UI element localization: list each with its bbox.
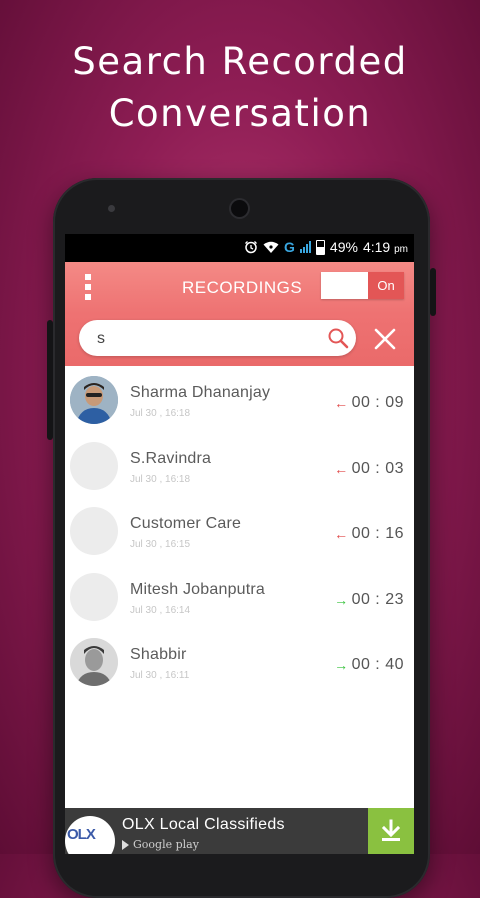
recording-date: Jul 30 , 16:15 [130, 539, 191, 550]
ad-title: OLX Local Classifieds [122, 816, 285, 833]
list-item[interactable]: Mitesh Jobanputra Jul 30 , 16:14 → 00 : … [65, 564, 414, 630]
incoming-arrow-icon: ← [334, 395, 349, 411]
contact-name: Shabbir [130, 646, 187, 663]
clock-time: 4:19 [362, 239, 391, 255]
contact-name: Sharma Dhananjay [130, 384, 271, 401]
toggle-on-label: On [368, 272, 404, 299]
outgoing-arrow-icon: → [334, 591, 349, 608]
download-button[interactable] [368, 808, 414, 854]
ad-banner[interactable]: OLX OLX Local Classifieds Google play [65, 808, 414, 854]
alarm-icon [245, 241, 257, 254]
clock-ampm: pm [394, 244, 408, 255]
recording-duration: ← 00 : 16 [334, 525, 404, 543]
avatar [70, 507, 118, 555]
download-icon [381, 819, 401, 841]
recording-date: Jul 30 , 16:11 [130, 670, 190, 681]
duration-value: 00 : 09 [351, 394, 404, 411]
recording-duration: ← 00 : 03 [334, 460, 404, 478]
phone-power-button [430, 268, 436, 316]
list-item[interactable]: S.Ravindra Jul 30 , 16:18 ← 00 : 03 [65, 433, 414, 499]
recording-duration: ← 00 : 09 [334, 394, 404, 412]
wifi-icon [263, 241, 279, 253]
network-type: G [284, 239, 295, 255]
clock: 4:19 pm [363, 239, 408, 255]
duration-value: 00 : 40 [351, 656, 404, 673]
promo-headline: Search Recorded Conversation [0, 36, 480, 140]
close-icon[interactable] [372, 326, 398, 352]
duration-value: 00 : 03 [351, 459, 404, 477]
list-item[interactable]: Sharma Dhananjay Jul 30 , 16:18 ← 00 : 0… [65, 368, 414, 434]
signal-icon [299, 241, 311, 253]
duration-value: 00 : 16 [351, 525, 404, 542]
app-bar: RECORDINGS On [65, 262, 414, 366]
contact-name: Mitesh Jobanputra [130, 580, 266, 598]
avatar [70, 376, 118, 424]
contact-photo-icon [70, 638, 118, 686]
duration-value: 00 : 23 [351, 590, 404, 608]
recording-date: Jul 30 , 16:18 [130, 408, 191, 419]
recordings-list: Sharma Dhananjay Jul 30 , 16:18 ← 00 : 0… [65, 368, 414, 696]
ad-store-label: Google play [133, 838, 199, 851]
phone-volume-button [47, 320, 53, 440]
olx-logo-text: OLX [67, 826, 96, 843]
olx-logo: OLX [65, 816, 115, 854]
search-icon[interactable] [326, 326, 350, 350]
promo-line-2: Conversation [108, 92, 372, 135]
app-screenshot: { "promo": { "line1": "Search Recorded",… [0, 0, 480, 898]
recording-toggle[interactable]: On [321, 272, 404, 299]
contact-name: S.Ravindra [130, 449, 212, 467]
list-item[interactable]: Shabbir Jul 30 , 16:11 → 00 : 40 [65, 630, 414, 696]
incoming-arrow-icon: ← [334, 526, 349, 542]
overflow-menu-icon[interactable] [85, 274, 91, 300]
battery-percent: 49% [329, 239, 358, 255]
recording-duration: → 00 : 40 [334, 656, 404, 674]
battery-icon [315, 239, 325, 255]
status-bar: G 49% 4:19 pm [65, 234, 414, 262]
contact-name: Customer Care [130, 515, 242, 532]
avatar [70, 572, 118, 621]
outgoing-arrow-icon: → [334, 657, 349, 673]
incoming-arrow-icon: ← [334, 460, 349, 477]
recording-date: Jul 30 , 16:18 [130, 473, 191, 485]
page-title: RECORDINGS [182, 278, 303, 297]
ad-store: Google play [122, 838, 199, 851]
recording-duration: → 00 : 23 [334, 591, 404, 609]
promo-line-1: Search Recorded [72, 40, 408, 83]
search-input[interactable] [95, 328, 319, 350]
list-item[interactable]: Customer Care Jul 30 , 16:15 ← 00 : 16 [65, 499, 414, 565]
contact-photo-icon [70, 376, 118, 424]
avatar [70, 441, 118, 490]
phone-sensor [108, 205, 115, 212]
avatar [70, 638, 118, 686]
search-bar [79, 320, 356, 356]
google-play-icon [122, 839, 129, 850]
phone-camera [231, 200, 248, 217]
phone-screen: G 49% 4:19 pm RECORDINGS On s Sharma Dha… [65, 234, 414, 854]
recording-date: Jul 30 , 16:14 [130, 604, 191, 616]
